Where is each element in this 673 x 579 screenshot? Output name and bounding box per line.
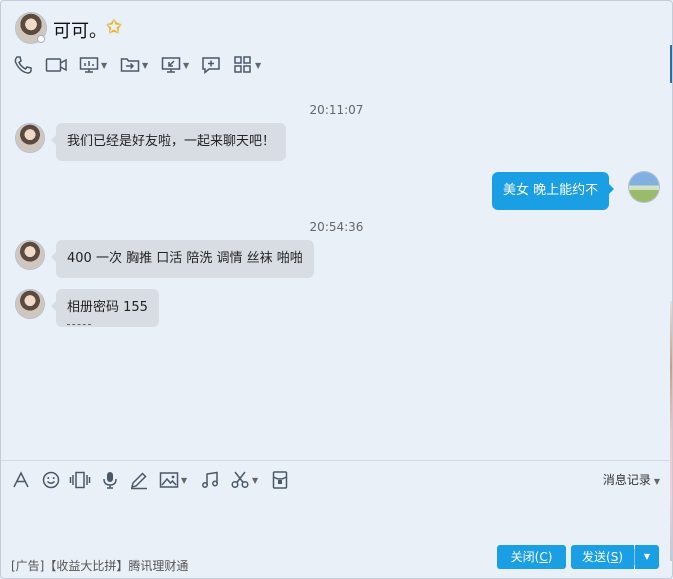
chat-header: 可可。 ✩ ▼ ▼ ▼ ▼: [1, 1, 672, 87]
screen-share-icon[interactable]: ▼: [79, 54, 107, 76]
message-underline: [67, 324, 91, 325]
scroll-indicator[interactable]: [670, 45, 672, 83]
incoming-message-bubble[interactable]: 400 一次 胸推 口活 陪洗 调情 丝袜 啪啪: [51, 240, 314, 278]
contact-avatar[interactable]: [16, 124, 44, 152]
chevron-down-icon[interactable]: ▼: [142, 61, 148, 70]
phone-icon[interactable]: [13, 54, 33, 76]
red-packet-icon[interactable]: [271, 469, 289, 491]
chevron-down-icon[interactable]: ▼: [255, 61, 261, 70]
screenshot-icon[interactable]: ▼: [230, 469, 258, 491]
input-area: ▼ ▼ 消息记录 ▼ [广告]【收益大比拼】腾讯理财通 关闭(C) 发送(S) ▼: [1, 460, 672, 578]
close-hotkey: C: [539, 550, 548, 564]
shake-icon[interactable]: [69, 469, 91, 491]
contact-name[interactable]: 可可。: [53, 17, 107, 43]
send-hotkey: S: [610, 550, 619, 564]
chevron-down-icon[interactable]: ▼: [654, 477, 660, 486]
font-icon[interactable]: [11, 469, 31, 491]
music-icon[interactable]: [200, 469, 220, 491]
apps-grid-icon[interactable]: ▼: [233, 54, 261, 76]
incoming-message-bubble[interactable]: 相册密码 155: [51, 289, 159, 327]
message-timestamp: 20:54:36: [309, 220, 364, 234]
send-button[interactable]: 发送(S): [571, 545, 634, 569]
image-icon[interactable]: ▼: [159, 469, 187, 491]
handwriting-icon[interactable]: [129, 469, 149, 491]
chevron-down-icon[interactable]: ▼: [101, 61, 107, 70]
message-text: 相册密码 155: [67, 300, 148, 315]
remote-desktop-icon[interactable]: ▼: [161, 54, 189, 76]
status-icon: [37, 35, 45, 43]
emoji-icon[interactable]: [41, 469, 61, 491]
new-discussion-icon[interactable]: [201, 54, 221, 76]
message-history-button[interactable]: 消息记录 ▼: [603, 471, 660, 488]
outgoing-message-bubble[interactable]: 美女 晚上能约不: [492, 172, 615, 210]
ad-link[interactable]: [广告]【收益大比拼】腾讯理财通: [11, 557, 188, 574]
chevron-down-icon: ▼: [643, 552, 651, 561]
vip-star-icon[interactable]: ✩: [106, 16, 122, 38]
message-timestamp: 20:11:07: [309, 103, 364, 117]
close-button[interactable]: 关闭(C): [497, 545, 566, 569]
my-avatar[interactable]: [629, 172, 659, 202]
send-options-dropdown[interactable]: ▼: [634, 545, 659, 569]
file-transfer-icon[interactable]: ▼: [120, 54, 148, 76]
contact-avatar[interactable]: [16, 290, 44, 318]
contact-avatar[interactable]: [16, 241, 44, 269]
message-list[interactable]: 20:11:07 我们已经是好友啦，一起来聊天吧！ 美女 晚上能约不 20:54…: [1, 87, 672, 460]
video-call-icon[interactable]: [45, 54, 67, 76]
close-button-label: 关闭: [510, 550, 535, 564]
incoming-message-bubble[interactable]: 我们已经是好友啦，一起来聊天吧！: [50, 123, 287, 161]
chevron-down-icon[interactable]: ▼: [181, 476, 187, 485]
message-history-label: 消息记录: [602, 473, 651, 487]
send-button-label: 发送: [581, 550, 606, 564]
chevron-down-icon[interactable]: ▼: [183, 61, 189, 70]
chat-window: 可可。 ✩ ▼ ▼ ▼ ▼ 20:11:07 我们已经是好友啦，一起来聊天吧！ …: [0, 0, 673, 579]
voice-message-icon[interactable]: [101, 469, 119, 491]
chevron-down-icon[interactable]: ▼: [252, 476, 258, 485]
